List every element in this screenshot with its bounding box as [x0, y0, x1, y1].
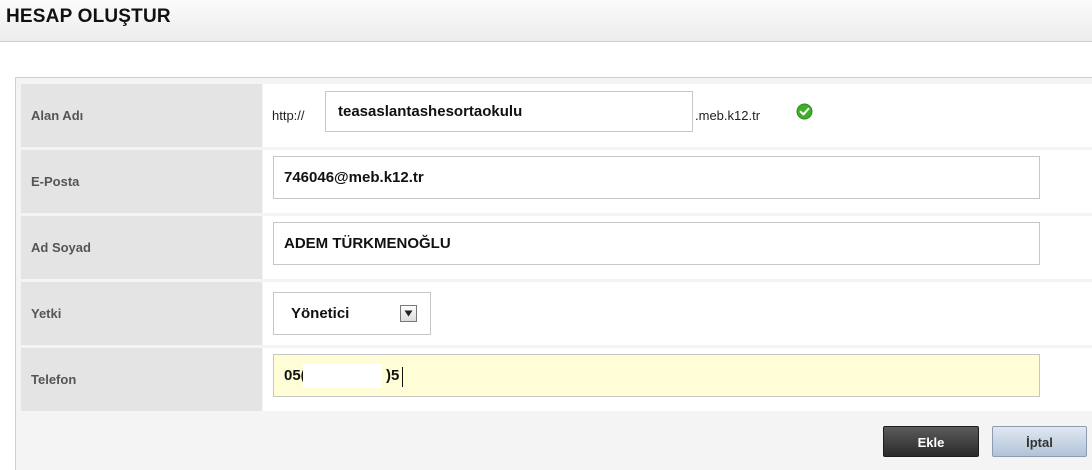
page-title: HESAP OLUŞTUR: [6, 6, 171, 27]
form-row-fullname: Ad Soyad ADEM TÜRKMENOĞLU: [21, 216, 1092, 279]
form-row-phone: Telefon 05( )5: [21, 348, 1092, 411]
form-row-role: Yetki Yönetici: [21, 282, 1092, 345]
phone-value-cell: 05( )5: [263, 348, 1092, 411]
role-select[interactable]: Yönetici: [273, 292, 431, 335]
email-label: E-Posta: [21, 150, 262, 213]
add-button[interactable]: Ekle: [883, 426, 979, 457]
email-input[interactable]: 746046@meb.k12.tr: [273, 156, 1040, 199]
domain-prefix: http://: [272, 108, 305, 123]
domain-input[interactable]: teasaslantashesortaokulu: [325, 91, 693, 132]
domain-suffix: .meb.k12.tr: [695, 108, 761, 123]
phone-label: Telefon: [21, 348, 262, 411]
domain-label: Alan Adı: [21, 84, 262, 147]
fullname-label: Ad Soyad: [21, 216, 262, 279]
text-caret: [402, 367, 403, 387]
email-value-cell: 746046@meb.k12.tr: [263, 150, 1092, 213]
phone-value-end: )5: [386, 367, 400, 384]
check-circle-icon: [796, 103, 813, 120]
fullname-value-cell: ADEM TÜRKMENOĞLU: [263, 216, 1092, 279]
phone-input[interactable]: 05( )5: [273, 354, 1040, 397]
page-header: HESAP OLUŞTUR: [0, 0, 1092, 42]
role-value-cell: Yönetici: [263, 282, 1092, 345]
cancel-button[interactable]: İptal: [992, 426, 1087, 457]
form-row-email: E-Posta 746046@meb.k12.tr: [21, 150, 1092, 213]
chevron-down-icon: [404, 310, 413, 317]
dropdown-arrow-button[interactable]: [400, 305, 417, 322]
role-selected-value: Yönetici: [291, 305, 350, 322]
domain-value-cell: http:// teasaslantashesortaokulu .meb.k1…: [263, 84, 1092, 147]
fullname-input[interactable]: ADEM TÜRKMENOĞLU: [273, 222, 1040, 265]
role-label: Yetki: [21, 282, 262, 345]
form-row-domain: Alan Adı http:// teasaslantashesortaokul…: [21, 84, 1092, 147]
redaction-mask: [303, 364, 382, 388]
create-account-page: HESAP OLUŞTUR Alan Adı http:// teasaslan…: [0, 0, 1092, 470]
